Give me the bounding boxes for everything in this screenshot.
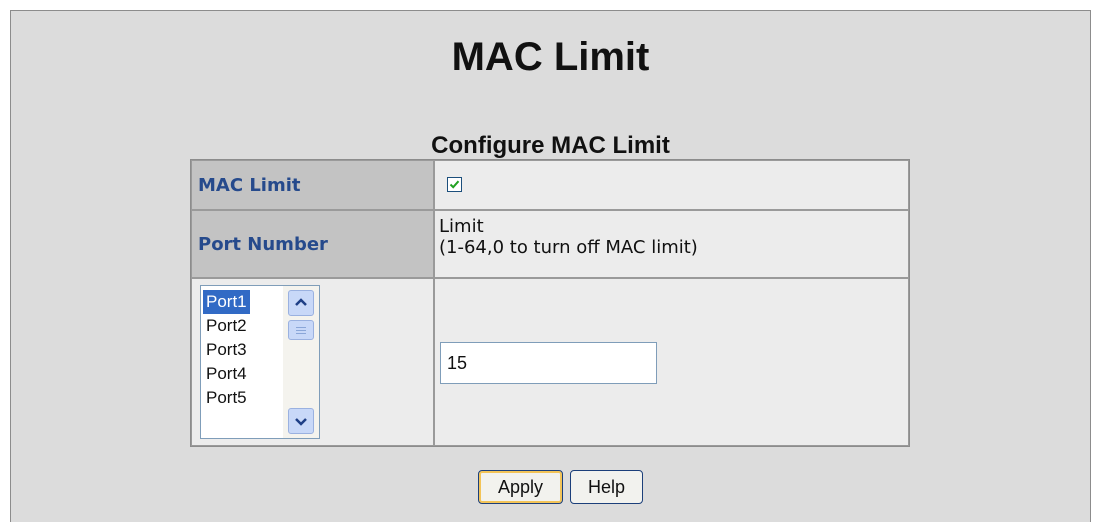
port-number-label-cell: Port Number: [191, 210, 434, 278]
mac-limit-label: MAC Limit: [198, 174, 301, 196]
mac-limit-value-cell: [434, 160, 909, 210]
scroll-up-button[interactable]: [288, 290, 314, 316]
port-option[interactable]: Port3: [203, 338, 250, 362]
chevron-up-icon: [295, 298, 307, 306]
port-option[interactable]: Port4: [203, 362, 250, 386]
limit-input[interactable]: [440, 342, 657, 384]
limit-input-cell: [434, 278, 909, 446]
limit-header-cell: Limit (1-64,0 to turn off MAC limit): [434, 210, 909, 278]
mac-limit-checkbox[interactable]: [447, 177, 462, 192]
limit-header: Limit (1-64,0 to turn off MAC limit): [439, 216, 698, 258]
port-number-label: Port Number: [198, 233, 328, 255]
port-option[interactable]: Port2: [203, 314, 250, 338]
limit-header-title: Limit: [439, 216, 484, 237]
mac-limit-label-cell: MAC Limit: [191, 160, 434, 210]
page-title: MAC Limit: [451, 35, 650, 79]
chevron-down-icon: [295, 418, 307, 426]
limit-header-range: (1-64,0 to turn off MAC limit): [439, 237, 698, 258]
port-list-scrollbar[interactable]: [283, 286, 319, 438]
section-title: Configure MAC Limit: [431, 132, 670, 159]
apply-button[interactable]: Apply: [478, 470, 563, 504]
port-listbox[interactable]: Port1 Port2 Port3 Port4 Port5: [200, 285, 320, 439]
port-option[interactable]: Port5: [203, 386, 250, 410]
scroll-thumb[interactable]: [288, 320, 314, 340]
port-option[interactable]: Port1: [203, 290, 250, 314]
check-icon: [449, 180, 460, 189]
help-button[interactable]: Help: [570, 470, 643, 504]
port-list-cell: Port1 Port2 Port3 Port4 Port5: [191, 278, 434, 446]
scroll-down-button[interactable]: [288, 408, 314, 434]
config-table: MAC Limit Port Number Limit (1-64,0 to t…: [190, 159, 910, 447]
